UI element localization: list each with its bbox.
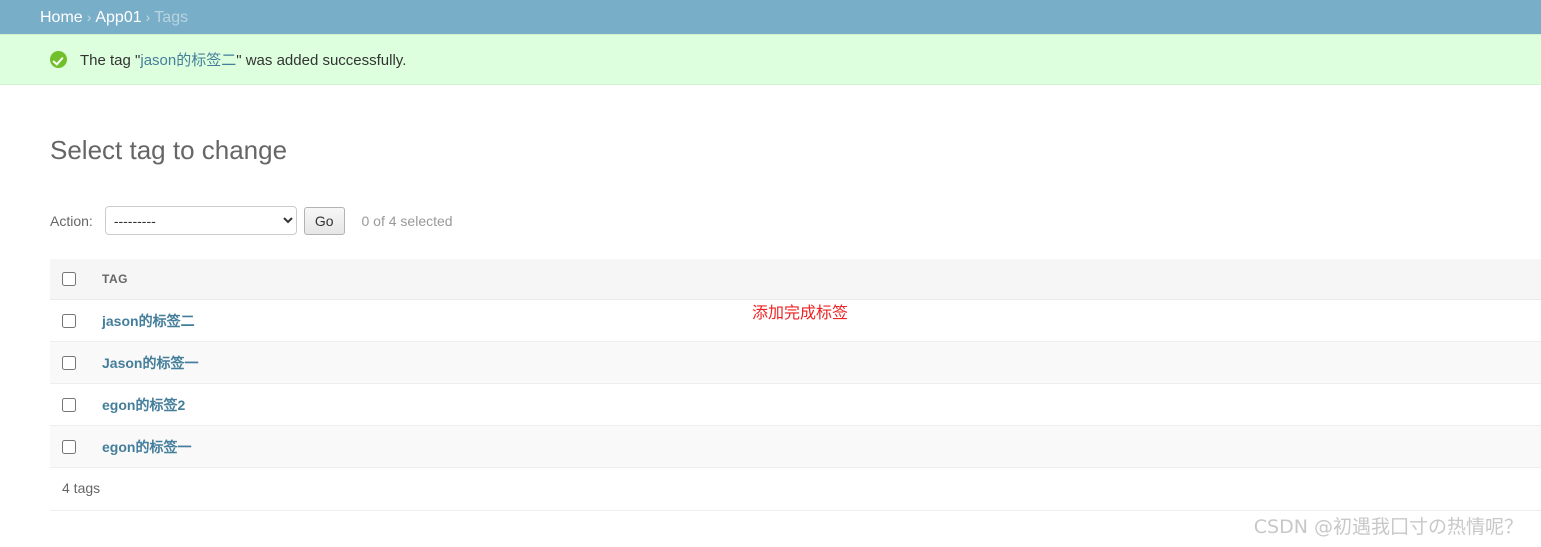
message-suffix: " was added successfully. bbox=[236, 52, 407, 69]
page-title: Select tag to change bbox=[50, 135, 288, 165]
message-tag-name: jason的标签二 bbox=[140, 52, 237, 69]
action-label: Action: bbox=[50, 212, 93, 229]
row-checkbox[interactable] bbox=[62, 314, 76, 329]
success-check-icon bbox=[50, 51, 67, 68]
tag-link[interactable]: egon的标签2 bbox=[102, 397, 185, 413]
row-select-cell bbox=[50, 425, 92, 468]
breadcrumb-item-tags: Tags bbox=[154, 9, 189, 26]
table-row: egon的标签一 bbox=[50, 425, 1541, 468]
table-head: TAG bbox=[50, 259, 1541, 300]
row-select-cell bbox=[50, 341, 92, 384]
table-body: jason的标签二 Jason的标签一 egon的标签2 egon的标签一 bbox=[50, 299, 1541, 468]
paginator-count: 4 tags bbox=[50, 468, 1541, 511]
row-checkbox[interactable] bbox=[62, 356, 76, 371]
table-row: Jason的标签一 bbox=[50, 341, 1541, 384]
breadcrumb-item-app01[interactable]: App01 bbox=[95, 9, 141, 26]
select-all-checkbox[interactable] bbox=[62, 272, 76, 287]
tag-link[interactable]: egon的标签一 bbox=[102, 439, 191, 455]
results-table: TAG jason的标签二 Jason的标签一 egon的标签2 egon的标签… bbox=[50, 259, 1541, 468]
tag-link[interactable]: jason的标签二 bbox=[102, 313, 195, 329]
row-tag-cell: egon的标签一 bbox=[92, 425, 1541, 468]
column-header-tag[interactable]: TAG bbox=[92, 259, 1541, 300]
action-toolbar: Action: --------- Go 0 of 4 selected bbox=[50, 206, 1501, 235]
success-message: The tag "jason的标签二" was added successful… bbox=[0, 35, 1541, 84]
selection-counter: 0 of 4 selected bbox=[361, 212, 453, 229]
row-tag-cell: egon的标签2 bbox=[92, 383, 1541, 426]
row-select-cell bbox=[50, 299, 92, 342]
message-list: The tag "jason的标签二" was added successful… bbox=[0, 34, 1541, 85]
breadcrumb-separator: › bbox=[86, 9, 92, 25]
row-checkbox[interactable] bbox=[62, 398, 76, 413]
table-header-row: TAG bbox=[50, 259, 1541, 300]
breadcrumb-item-home[interactable]: Home bbox=[40, 9, 83, 26]
row-tag-cell: Jason的标签一 bbox=[92, 341, 1541, 384]
message-prefix: The tag " bbox=[80, 52, 141, 69]
row-checkbox[interactable] bbox=[62, 440, 76, 455]
breadcrumb-separator: › bbox=[145, 9, 151, 25]
annotation-note: 添加完成标签 bbox=[752, 303, 849, 322]
main-content: Select tag to change Action: --------- G… bbox=[0, 85, 1541, 511]
message-text: The tag "jason的标签二" was added successful… bbox=[80, 49, 406, 70]
tag-link[interactable]: Jason的标签一 bbox=[102, 355, 198, 371]
action-select[interactable]: --------- bbox=[104, 206, 297, 235]
results-table-wrapper: TAG jason的标签二 Jason的标签一 egon的标签2 egon的标签… bbox=[50, 259, 1541, 468]
table-row: egon的标签2 bbox=[50, 383, 1541, 426]
row-select-cell bbox=[50, 383, 92, 426]
select-all-column bbox=[50, 259, 92, 300]
watermark: CSDN @初遇我囗寸の热情呢？ bbox=[1253, 516, 1523, 538]
breadcrumb: Home › App01 › Tags bbox=[0, 0, 1541, 34]
go-button[interactable]: Go bbox=[303, 206, 345, 235]
